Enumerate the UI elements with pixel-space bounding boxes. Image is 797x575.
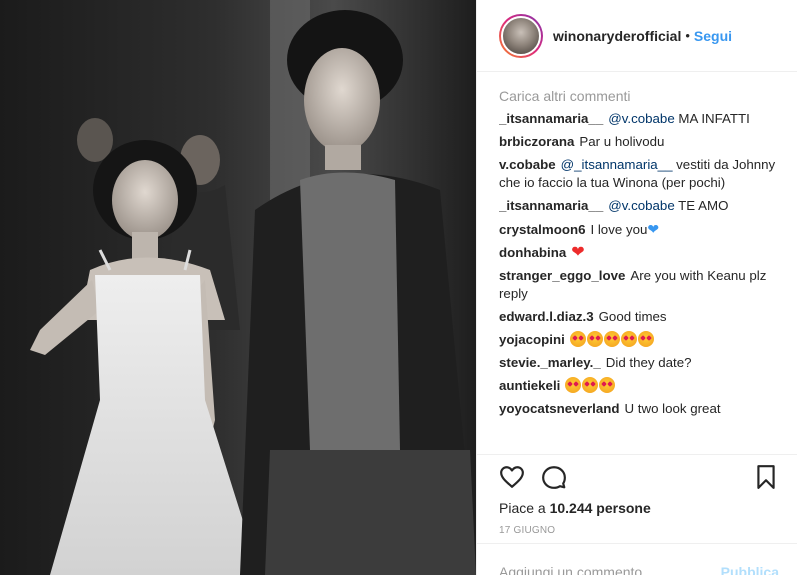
post-side-panel: winonaryderofficial • Segui Carica altri… bbox=[476, 0, 797, 575]
publish-button[interactable]: Pubblica bbox=[721, 564, 779, 575]
comment-mention[interactable]: @_itsannamaria__ bbox=[561, 157, 673, 172]
post-header: winonaryderofficial • Segui bbox=[477, 0, 797, 72]
instagram-post-view: winonaryderofficial • Segui Carica altri… bbox=[0, 0, 797, 575]
comment-text: Good times bbox=[598, 309, 667, 324]
comment-username[interactable]: _itsannamaria__ bbox=[499, 198, 603, 213]
comment-text: U two look great bbox=[624, 401, 721, 416]
load-more-comments-link[interactable]: Carica altri commenti bbox=[499, 88, 789, 104]
comment-item: stranger_eggo_love Are you with Keanu plz… bbox=[499, 267, 789, 303]
likes-prefix: Piace a bbox=[499, 500, 550, 516]
comment-username[interactable]: v.cobabe bbox=[499, 157, 556, 172]
comment-text: I love you bbox=[590, 222, 648, 237]
comment-text: Par u holivodu bbox=[579, 134, 665, 149]
likes-number: 10.244 bbox=[549, 500, 593, 516]
star-struck-emoji-icon bbox=[637, 331, 654, 347]
avatar-image bbox=[501, 15, 541, 56]
comment-username[interactable]: brbiczorana bbox=[499, 134, 574, 149]
comment-item: auntiekeli bbox=[499, 377, 789, 395]
comment-item: yoyocatsneverland U two look great bbox=[499, 400, 789, 418]
star-struck-emoji-icon bbox=[599, 377, 616, 393]
comment-username[interactable]: stevie._marley._ bbox=[499, 355, 601, 370]
comment-username[interactable]: stranger_eggo_love bbox=[499, 268, 625, 283]
post-actions-bar bbox=[477, 454, 797, 499]
separator-dot: • bbox=[685, 28, 690, 43]
star-struck-emoji-icon bbox=[586, 331, 603, 347]
comment-item: stevie._marley._ Did they date? bbox=[499, 354, 789, 372]
comment-item: v.cobabe @_itsannamaria__ vestiti da John… bbox=[499, 156, 789, 192]
likes-count[interactable]: Piace a 10.244 persone bbox=[499, 500, 651, 516]
post-photo[interactable] bbox=[0, 0, 476, 575]
comment-text: TE AMO bbox=[674, 198, 729, 213]
comment-username[interactable]: _itsannamaria__ bbox=[499, 111, 603, 126]
follow-button[interactable]: Segui bbox=[694, 28, 732, 44]
likes-suffix: persone bbox=[592, 500, 651, 516]
comment-item: edward.l.diaz.3 Good times bbox=[499, 308, 789, 326]
blue-heart-icon: ❤ bbox=[647, 221, 660, 237]
comment-mention[interactable]: @v.cobabe bbox=[608, 198, 674, 213]
comment-item: _itsannamaria__ @v.cobabe MA INFATTI bbox=[499, 110, 789, 128]
star-struck-emoji-icon bbox=[565, 377, 582, 393]
speech-bubble-icon[interactable] bbox=[541, 464, 567, 490]
add-comment-bar: Pubblica bbox=[477, 543, 797, 575]
black-and-white-photo bbox=[0, 0, 476, 575]
post-username[interactable]: winonaryderofficial bbox=[553, 28, 681, 44]
comment-text: Did they date? bbox=[605, 355, 692, 370]
comment-username[interactable]: edward.l.diaz.3 bbox=[499, 309, 594, 324]
star-struck-emoji-icon bbox=[569, 331, 586, 347]
comment-item: brbiczorana Par u holivodu bbox=[499, 133, 789, 151]
comment-username[interactable]: donhabina bbox=[499, 245, 566, 260]
comment-input[interactable] bbox=[499, 564, 729, 575]
red-heart-icon: ❤ bbox=[571, 244, 585, 261]
comment-item: _itsannamaria__ @v.cobabe TE AMO bbox=[499, 197, 789, 215]
comment-text: MA INFATTI bbox=[674, 111, 750, 126]
comment-username[interactable]: crystalmoon6 bbox=[499, 222, 585, 237]
heart-outline-icon[interactable] bbox=[499, 464, 525, 490]
comment-item: crystalmoon6 I love you❤ bbox=[499, 220, 789, 239]
comment-mention[interactable]: @v.cobabe bbox=[608, 111, 674, 126]
comment-username[interactable]: yojacopini bbox=[499, 332, 565, 347]
comment-item: yojacopini bbox=[499, 331, 789, 349]
avatar[interactable] bbox=[499, 13, 543, 58]
star-struck-emoji-icon bbox=[603, 331, 620, 347]
star-struck-emoji-icon bbox=[620, 331, 637, 347]
bookmark-icon[interactable] bbox=[753, 464, 779, 490]
comment-item: donhabina ❤ bbox=[499, 244, 789, 262]
comment-username[interactable]: yoyocatsneverland bbox=[499, 401, 619, 416]
comments-list: Carica altri commenti _itsannamaria__ @v.… bbox=[499, 88, 789, 454]
comment-username[interactable]: auntiekeli bbox=[499, 378, 560, 393]
post-date: 17 GIUGNO bbox=[499, 525, 556, 536]
star-struck-emoji-icon bbox=[582, 377, 599, 393]
